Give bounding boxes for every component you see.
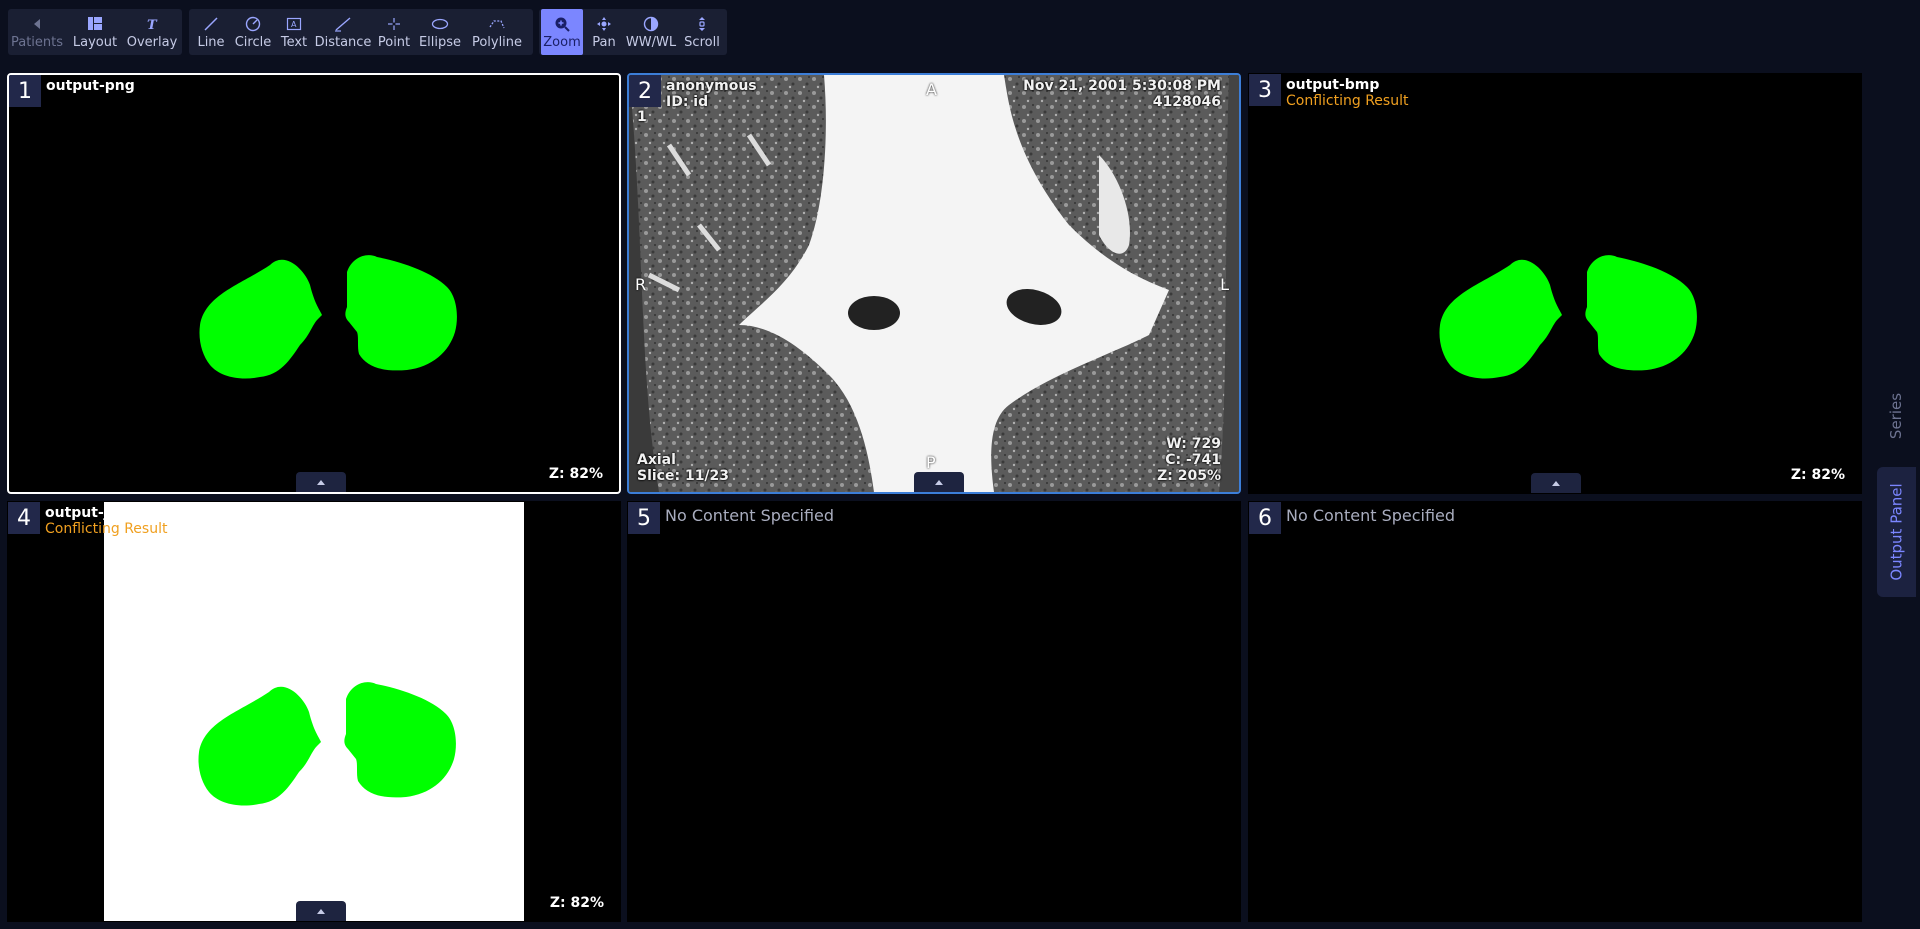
chevron-up-icon <box>317 479 325 485</box>
layout-grid-icon <box>85 15 105 33</box>
accession-number: 4128046 <box>1152 94 1221 110</box>
layout-button[interactable]: Layout <box>72 9 118 55</box>
overlay-button[interactable]: T Overlay <box>126 9 178 55</box>
viewport-number: 6 <box>1249 502 1281 534</box>
viewport-number: 5 <box>628 502 660 534</box>
expand-button[interactable] <box>296 901 346 921</box>
ellipse-tool-button[interactable]: Ellipse <box>415 9 465 55</box>
svg-text:A: A <box>291 20 297 29</box>
text-box-icon: A <box>284 15 304 33</box>
zoom-icon <box>552 15 572 33</box>
segmentation-mask-image <box>1439 255 1697 379</box>
zoom-level-label: Z: 82% <box>549 895 604 911</box>
image-number: 1 <box>637 109 647 125</box>
ellipse-icon <box>430 15 450 33</box>
zoom-level-label: Z: 205% <box>1157 468 1221 484</box>
viewport-title: output-png <box>46 78 135 94</box>
viewport-1[interactable]: 1 output-png Z: 82% <box>7 73 621 494</box>
text-tool-button[interactable]: A Text <box>275 9 313 55</box>
point-tool-button[interactable]: Point <box>373 9 415 55</box>
polyline-tool-button[interactable]: Polyline <box>465 9 529 55</box>
patient-id: ID: id <box>666 94 709 110</box>
scroll-icon <box>692 15 712 33</box>
right-side-panel-rail: Series Output Panel <box>1877 66 1920 929</box>
viewport-6[interactable]: 6 No Content Specified <box>1248 501 1862 922</box>
viewport-5[interactable]: 5 No Content Specified <box>627 501 1241 922</box>
viewport-title: output-bmp <box>1286 77 1380 93</box>
viewport-number: 2 <box>629 75 661 107</box>
viewport-title: output-jpeg <box>45 505 139 521</box>
distance-icon <box>333 15 353 33</box>
zoom-level-label: Z: 82% <box>1790 467 1845 483</box>
patient-name: anonymous <box>666 78 757 94</box>
svg-text:T: T <box>147 18 158 31</box>
window-center-label: C: -741 <box>1165 452 1221 468</box>
toolbar: Patients Layout T Overlay Line Circle A … <box>0 0 1920 66</box>
line-tool-button[interactable]: Line <box>191 9 231 55</box>
conflict-status: Conflicting Result <box>45 521 168 537</box>
ct-scan-image <box>629 75 1239 492</box>
orientation-left: R <box>635 275 647 294</box>
viewport-3[interactable]: 3 output-bmp Conflicting Result Z: 82% <box>1248 73 1862 494</box>
viewport-2[interactable]: 2 anonymous ID: id Nov 21, 2001 5:30:08 … <box>627 73 1241 494</box>
view-tool-group: Zoom Pan WW/WL Scroll <box>539 9 727 55</box>
pan-icon <box>594 15 614 33</box>
contrast-icon <box>641 15 661 33</box>
zoom-tool-button[interactable]: Zoom <box>541 9 583 55</box>
annotation-tool-group: Line Circle A Text Distance Point Ellips… <box>189 9 533 55</box>
expand-button[interactable] <box>914 472 964 492</box>
expand-button[interactable] <box>296 472 346 492</box>
chevron-up-icon <box>1552 480 1560 486</box>
nav-tool-group: Patients Layout T Overlay <box>8 9 182 55</box>
orientation-right: L <box>1220 275 1229 294</box>
tab-series[interactable]: Series <box>1877 366 1916 466</box>
chevron-up-icon <box>935 479 943 485</box>
point-icon <box>384 15 404 33</box>
patients-button[interactable]: Patients <box>10 9 64 55</box>
slice-label: Slice: 11/23 <box>637 468 730 484</box>
orientation-top: A <box>926 80 937 99</box>
tab-output-panel[interactable]: Output Panel <box>1877 467 1916 597</box>
pan-tool-button[interactable]: Pan <box>585 9 623 55</box>
window-width-label: W: 729 <box>1166 436 1221 452</box>
scroll-tool-button[interactable]: Scroll <box>679 9 725 55</box>
conflict-status: Conflicting Result <box>1286 93 1409 109</box>
plane-label: Axial <box>637 452 676 468</box>
empty-viewport-message: No Content Specified <box>665 506 835 525</box>
circle-tool-button[interactable]: Circle <box>231 9 275 55</box>
line-icon <box>201 15 221 33</box>
viewport-number: 1 <box>9 75 41 107</box>
study-datetime: Nov 21, 2001 5:30:08 PM <box>1023 78 1221 94</box>
viewport-number: 3 <box>1249 74 1281 106</box>
circle-icon <box>243 15 263 33</box>
segmentation-mask-image <box>198 682 456 806</box>
orientation-bottom: P <box>926 453 936 472</box>
overlay-text-icon: T <box>142 15 162 33</box>
window-level-tool-button[interactable]: WW/WL <box>623 9 679 55</box>
distance-tool-button[interactable]: Distance <box>313 9 373 55</box>
segmentation-mask-image <box>199 255 457 379</box>
zoom-level-label: Z: 82% <box>548 466 603 482</box>
empty-viewport-message: No Content Specified <box>1286 506 1456 525</box>
polyline-icon <box>487 15 507 33</box>
chevron-up-icon <box>317 908 325 914</box>
viewport-4[interactable]: 4 output-jpeg Conflicting Result Z: 82% <box>7 501 621 922</box>
chevron-left-icon <box>27 15 47 33</box>
viewport-number: 4 <box>8 502 40 534</box>
expand-button[interactable] <box>1531 473 1581 493</box>
